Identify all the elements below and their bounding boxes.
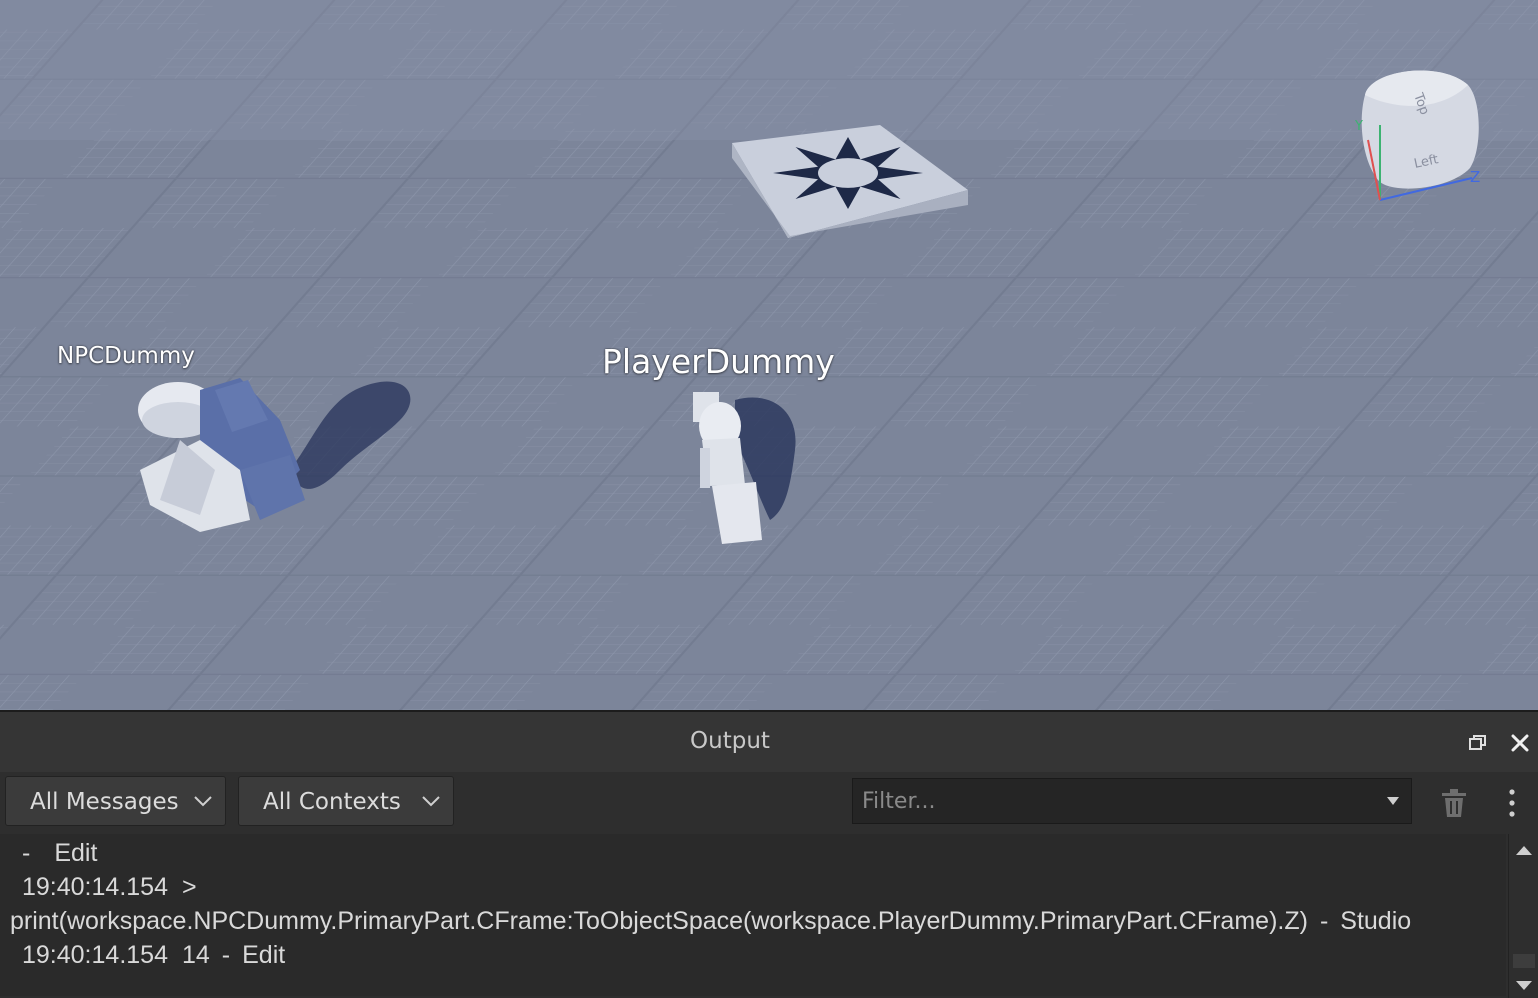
log-line: - Edit xyxy=(22,839,97,868)
triangle-down-icon xyxy=(1516,981,1532,990)
panel-title: Output xyxy=(690,728,770,754)
3d-viewport[interactable]: Top Left Y Z NPCDummy PlayerDummy xyxy=(0,0,1538,710)
filter-input[interactable] xyxy=(853,779,1373,823)
log-line: print(workspace.NPCDummy.PrimaryPart.CFr… xyxy=(10,907,1412,935)
npc-name-label: NPCDummy xyxy=(57,343,195,369)
kebab-menu-icon xyxy=(1509,789,1515,817)
log-dash: - xyxy=(22,839,31,867)
output-log[interactable]: - Edit 19:40:14.154 > print(workspace.NPCD… xyxy=(0,834,1506,996)
axis-y-label: Y xyxy=(1354,119,1363,134)
clear-output-button[interactable] xyxy=(1440,788,1468,818)
more-options-button[interactable] xyxy=(1506,788,1518,818)
scroll-down-button[interactable] xyxy=(1513,974,1535,996)
output-toolbar: All Messages All Contexts xyxy=(0,772,1538,834)
contexts-filter-label: All Contexts xyxy=(263,789,401,815)
output-panel: Output All Messages All Contexts Filter.… xyxy=(0,710,1538,998)
log-line: 19:40:14.154 > xyxy=(22,873,197,902)
log-scrollbar[interactable] xyxy=(1508,834,1538,998)
log-source: Edit xyxy=(242,941,286,969)
view-cube[interactable] xyxy=(1361,70,1479,201)
triangle-up-icon xyxy=(1516,846,1532,855)
filter-field xyxy=(852,778,1412,824)
restore-window-icon xyxy=(1469,735,1486,750)
restore-window-button[interactable] xyxy=(1467,732,1489,754)
log-timestamp: 19:40:14.154 xyxy=(22,873,168,901)
caret-down-icon[interactable] xyxy=(1387,797,1399,805)
log-source: Edit xyxy=(54,839,98,867)
close-icon xyxy=(1511,734,1529,752)
messages-filter-label: All Messages xyxy=(30,789,179,815)
chevron-down-icon xyxy=(422,796,440,807)
log-text: > xyxy=(181,873,197,901)
log-text: 14 xyxy=(181,941,210,969)
log-timestamp: 19:40:14.154 xyxy=(22,941,168,969)
close-panel-button[interactable] xyxy=(1509,732,1531,754)
scroll-up-button[interactable] xyxy=(1513,840,1535,862)
messages-filter-dropdown[interactable]: All Messages xyxy=(5,776,226,826)
axis-z-label: Z xyxy=(1470,168,1480,186)
chevron-down-icon xyxy=(194,796,212,807)
log-text: print(workspace.NPCDummy.PrimaryPart.CFr… xyxy=(10,907,1308,935)
contexts-filter-dropdown[interactable]: All Contexts xyxy=(238,776,454,826)
log-source: Studio xyxy=(1340,907,1412,935)
scrollbar-thumb[interactable] xyxy=(1513,954,1535,968)
output-titlebar: Output xyxy=(0,712,1538,773)
player-name-label: PlayerDummy xyxy=(602,342,835,381)
trash-icon xyxy=(1442,789,1466,817)
log-line: 19:40:14.154 14- Edit xyxy=(22,941,286,969)
